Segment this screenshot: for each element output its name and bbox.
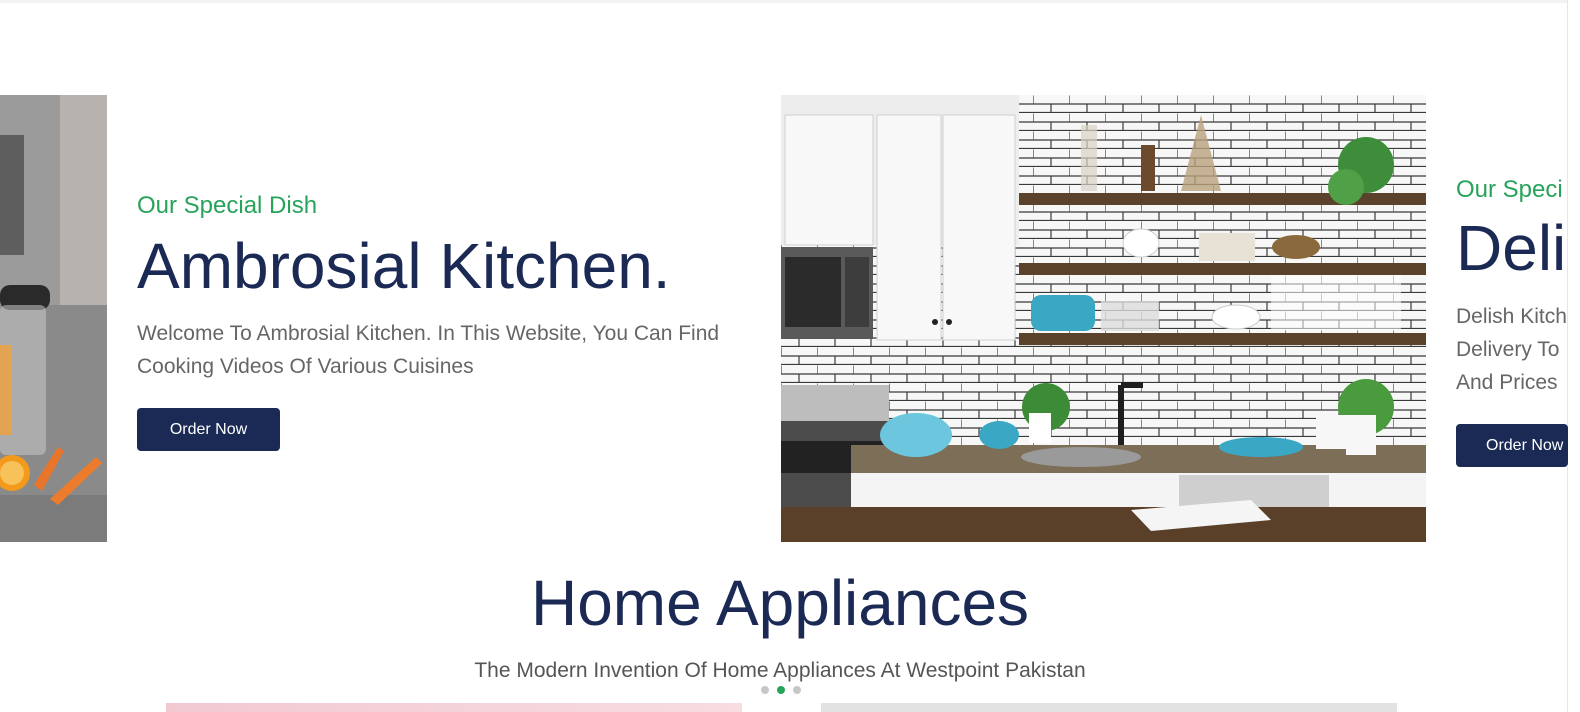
product-card[interactable] [821, 703, 1397, 712]
slide-2-desc-line-2: Delivery To [1456, 338, 1560, 361]
order-now-button[interactable]: Order Now [137, 408, 280, 451]
slide-2-desc-line-1: Delish Kitch [1456, 305, 1566, 328]
section-title: Home Appliances [530, 567, 1030, 639]
product-card[interactable] [166, 703, 742, 712]
kitchen-counter-illustration [0, 95, 107, 542]
slide-1-title-wrap: Ambrosial Kitchen. [137, 234, 671, 298]
slide-2-subtitle: Our Speci [1456, 176, 1563, 203]
slide-1-desc-wrap: Welcome To Ambrosial Kitchen. In This We… [137, 317, 757, 383]
carousel-dot-1[interactable] [761, 686, 769, 694]
slide-image-left [0, 95, 107, 542]
top-border [0, 0, 1580, 3]
section-subtitle: The Modern Invention Of Home Appliances … [474, 659, 1086, 682]
slide-1-content: Our Special Dish [137, 192, 317, 220]
order-now-button-slide-2[interactable]: Order Now [1456, 424, 1568, 467]
carousel-dot-3[interactable] [793, 686, 801, 694]
kitchen-illustration [781, 95, 1426, 542]
slide-2-title-wrap: Deli [1456, 216, 1566, 280]
slide-2-desc-wrap: Delish Kitch Delivery To And Prices [1456, 300, 1566, 399]
slide-2-title: Deli [1456, 212, 1567, 284]
slide-2-desc-line-3: And Prices [1456, 371, 1558, 394]
carousel-dot-2[interactable] [777, 686, 785, 694]
slide-image-kitchen [781, 95, 1426, 542]
slide-1-title: Ambrosial Kitchen. [137, 230, 671, 302]
scrollbar[interactable] [1567, 0, 1580, 712]
slide-1-description: Welcome To Ambrosial Kitchen. In This We… [137, 322, 720, 378]
slide-2-content: Our Speci [1456, 176, 1563, 204]
slide-1-subtitle: Our Special Dish [137, 192, 318, 219]
